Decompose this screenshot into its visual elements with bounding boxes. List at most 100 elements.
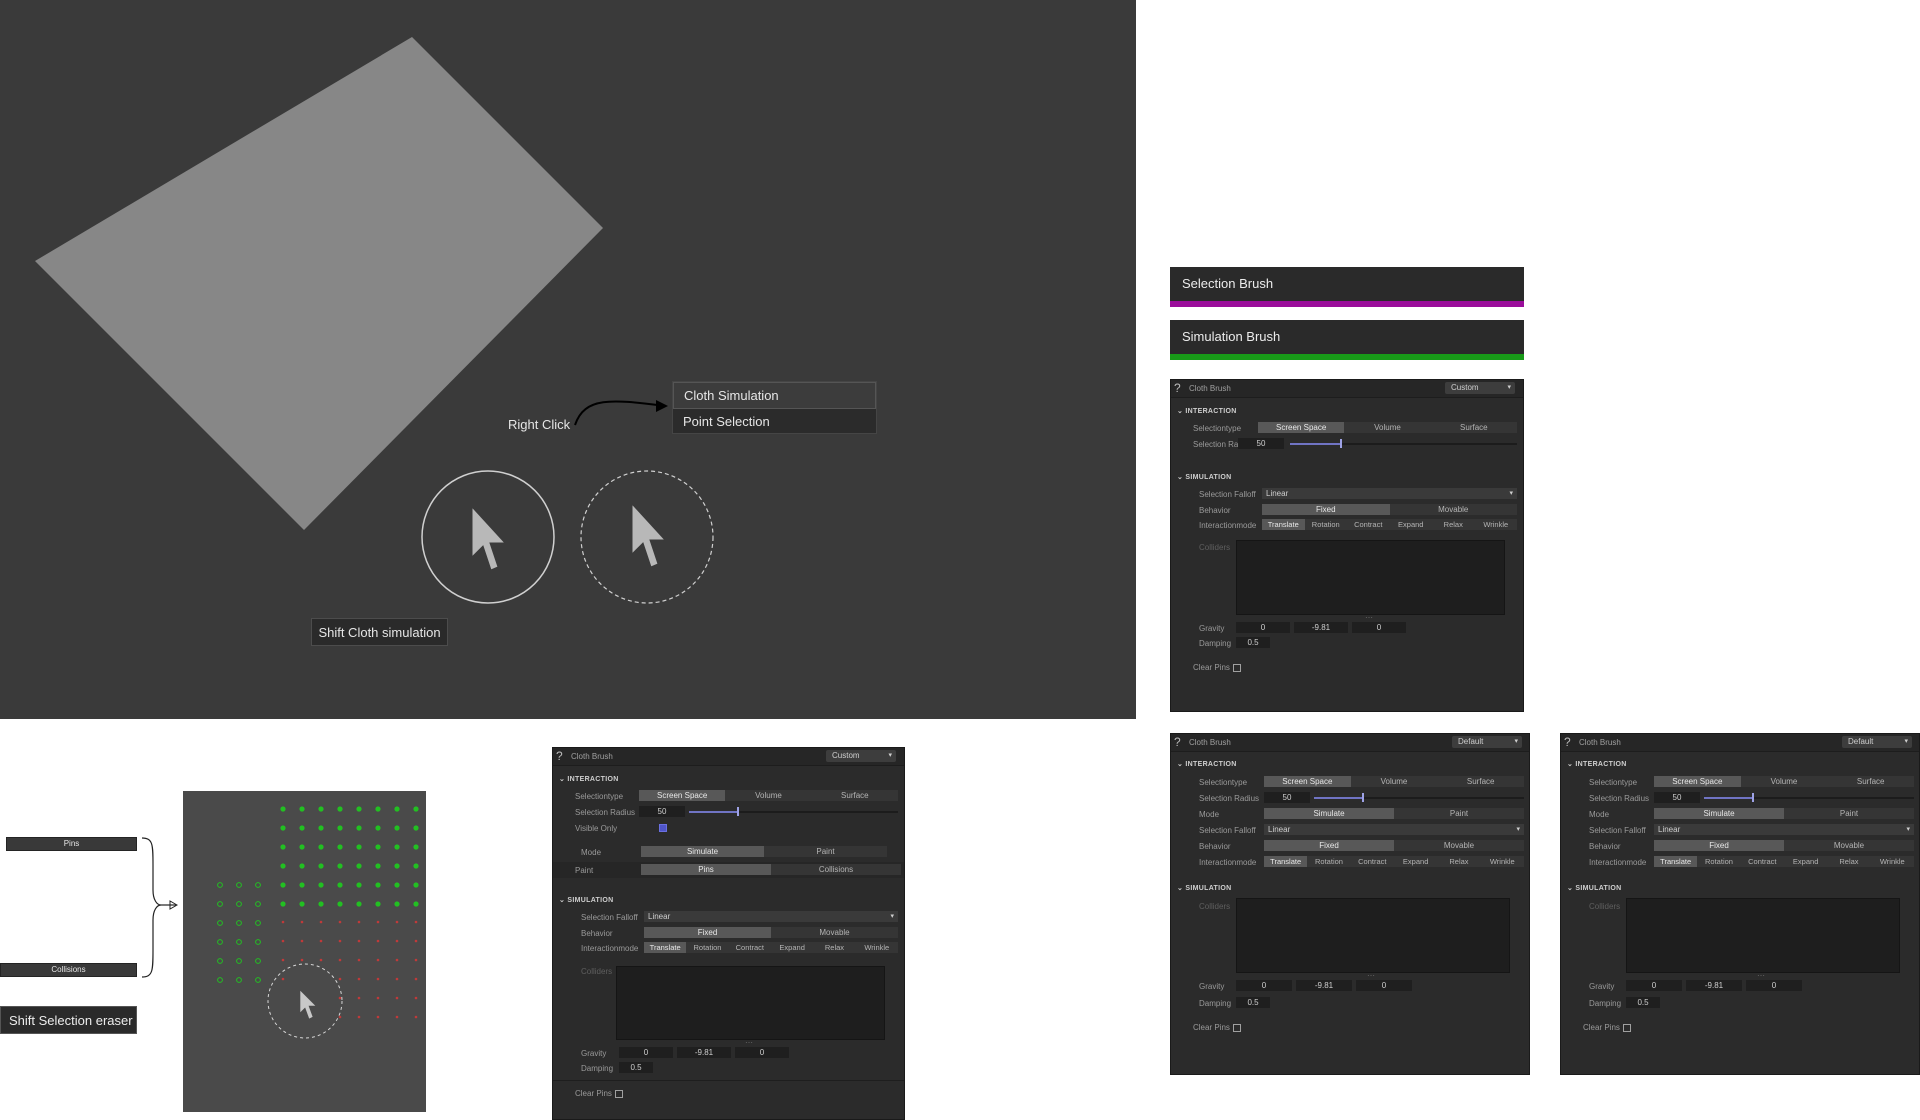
damping-input[interactable]: 0.5 [619,1062,653,1073]
simulation-section-header[interactable]: ⌄ SIMULATION [1177,884,1231,892]
option-rotation[interactable]: Rotation [1307,856,1350,867]
resize-grip-icon[interactable]: ⋯ [1365,613,1373,622]
option-screen-space[interactable]: Screen Space [639,790,726,801]
falloff-dropdown[interactable]: Linear ▾ [644,911,898,922]
option-translate[interactable]: Translate [644,942,687,953]
gravity-x-input[interactable]: 0 [1236,980,1292,991]
preset-dropdown[interactable]: Custom ▾ [1445,382,1515,394]
clear-pins-checkbox[interactable] [1623,1024,1631,1032]
option-expand[interactable]: Expand [1784,856,1827,867]
gravity-z-input[interactable]: 0 [1746,980,1802,991]
option-volume[interactable]: Volume [1741,776,1828,787]
gravity-x-input[interactable]: 0 [619,1047,673,1058]
option-movable[interactable]: Movable [1390,504,1518,515]
interaction-section-header[interactable]: ⌄ INTERACTION [1567,760,1627,768]
help-icon[interactable]: ? [1564,735,1571,749]
colliders-list[interactable] [1626,898,1900,973]
gravity-y-input[interactable]: -9.81 [1294,622,1348,633]
simulation-section-header[interactable]: ⌄ SIMULATION [1177,473,1231,481]
option-volume[interactable]: Volume [725,790,811,801]
simulation-section-header[interactable]: ⌄ SIMULATION [559,896,613,904]
gravity-x-input[interactable]: 0 [1626,980,1682,991]
option-volume[interactable]: Volume [1351,776,1438,787]
damping-input[interactable]: 0.5 [1626,997,1660,1008]
option-relax[interactable]: Relax [813,942,855,953]
slider-handle[interactable] [1362,793,1364,802]
visible-only-checkbox[interactable] [659,824,667,832]
option-relax[interactable]: Relax [1437,856,1480,867]
falloff-dropdown[interactable]: Linear ▾ [1264,824,1524,835]
falloff-dropdown[interactable]: Linear ▾ [1262,488,1517,499]
gravity-y-input[interactable]: -9.81 [1686,980,1742,991]
menu-item-point-selection[interactable]: Point Selection [673,409,876,434]
option-simulate[interactable]: Simulate [641,846,764,857]
option-fixed[interactable]: Fixed [1654,840,1784,851]
option-fixed[interactable]: Fixed [1264,840,1394,851]
option-contract[interactable]: Contract [1351,856,1394,867]
option-surface[interactable]: Surface [812,790,898,801]
gravity-x-input[interactable]: 0 [1236,622,1290,633]
resize-grip-icon[interactable]: ⋯ [1367,971,1375,980]
option-paint[interactable]: Paint [764,846,887,857]
slider-handle[interactable] [1340,439,1342,448]
option-surface[interactable]: Surface [1437,776,1524,787]
menu-item-cloth-simulation[interactable]: Cloth Simulation [673,382,876,409]
option-expand[interactable]: Expand [771,942,813,953]
option-contract[interactable]: Contract [729,942,771,953]
option-expand[interactable]: Expand [1390,519,1433,530]
falloff-dropdown[interactable]: Linear ▾ [1654,824,1914,835]
option-movable[interactable]: Movable [1394,840,1524,851]
option-movable[interactable]: Movable [771,927,898,938]
simulation-brush-bar[interactable]: Simulation Brush [1170,320,1524,360]
option-relax[interactable]: Relax [1432,519,1475,530]
option-paint[interactable]: Paint [1394,808,1524,819]
interaction-section-header[interactable]: ⌄ INTERACTION [559,775,619,783]
clear-pins-checkbox[interactable] [615,1090,623,1098]
gravity-y-input[interactable]: -9.81 [677,1047,731,1058]
option-contract[interactable]: Contract [1741,856,1784,867]
gravity-y-input[interactable]: -9.81 [1296,980,1352,991]
damping-input[interactable]: 0.5 [1236,637,1270,648]
preset-dropdown[interactable]: Default ▾ [1842,736,1912,748]
option-translate[interactable]: Translate [1262,519,1305,530]
selection-brush-bar[interactable]: Selection Brush [1170,267,1524,307]
option-contract[interactable]: Contract [1347,519,1390,530]
simulation-section-header[interactable]: ⌄ SIMULATION [1567,884,1621,892]
option-pins[interactable]: Pins [641,864,771,875]
clear-pins-checkbox[interactable] [1233,664,1241,672]
option-rotation[interactable]: Rotation [1305,519,1348,530]
option-wrinkle[interactable]: Wrinkle [1481,856,1524,867]
option-fixed[interactable]: Fixed [1262,504,1390,515]
option-surface[interactable]: Surface [1431,422,1517,433]
preset-dropdown[interactable]: Default ▾ [1452,736,1522,748]
option-simulate[interactable]: Simulate [1264,808,1394,819]
option-wrinkle[interactable]: Wrinkle [856,942,898,953]
selection-radius-input[interactable]: 50 [1654,792,1700,803]
option-rotation[interactable]: Rotation [686,942,728,953]
colliders-list[interactable] [616,966,885,1040]
slider-handle[interactable] [737,807,739,816]
selection-radius-input[interactable]: 50 [1264,792,1310,803]
clear-pins-checkbox[interactable] [1233,1024,1241,1032]
option-volume[interactable]: Volume [1344,422,1430,433]
colliders-list[interactable] [1236,898,1510,973]
option-screen-space[interactable]: Screen Space [1264,776,1351,787]
option-rotation[interactable]: Rotation [1697,856,1740,867]
option-collisions[interactable]: Collisions [771,864,901,875]
interaction-section-header[interactable]: ⌄ INTERACTION [1177,407,1237,415]
option-screen-space[interactable]: Screen Space [1654,776,1741,787]
option-wrinkle[interactable]: Wrinkle [1871,856,1914,867]
help-icon[interactable]: ? [1174,381,1181,395]
resize-grip-icon[interactable]: ⋯ [745,1038,753,1047]
help-icon[interactable]: ? [556,749,563,763]
option-wrinkle[interactable]: Wrinkle [1475,519,1518,530]
option-surface[interactable]: Surface [1827,776,1914,787]
selection-radius-input[interactable]: 50 [639,806,685,817]
option-relax[interactable]: Relax [1827,856,1870,867]
option-fixed[interactable]: Fixed [644,927,771,938]
option-simulate[interactable]: Simulate [1654,808,1784,819]
cloth-viewport[interactable]: Right Click Cloth Simulation Point Selec… [0,0,1136,719]
help-icon[interactable]: ? [1174,735,1181,749]
resize-grip-icon[interactable]: ⋯ [1757,971,1765,980]
option-translate[interactable]: Translate [1654,856,1698,867]
